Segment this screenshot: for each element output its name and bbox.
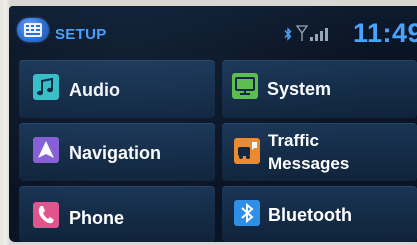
navigation-arrow-icon — [33, 137, 59, 163]
traffic-icon — [234, 138, 260, 164]
traffic-messages-button[interactable]: Traffic Messages — [222, 123, 417, 181]
navigation-label: Navigation — [69, 143, 162, 163]
phone-button[interactable]: Phone — [19, 186, 215, 242]
audio-button[interactable]: Audio — [19, 60, 215, 118]
bluetooth-status-icon — [284, 27, 292, 41]
phone-icon — [33, 202, 59, 228]
navigation-button[interactable]: Navigation — [19, 123, 215, 181]
monitor-icon — [232, 73, 258, 99]
bluetooth-button[interactable]: Bluetooth — [222, 186, 417, 242]
page-title: SETUP — [55, 26, 107, 43]
traffic-label-line1: Traffic — [268, 131, 320, 150]
bluetooth-icon — [234, 200, 260, 226]
phone-label: Phone — [69, 208, 125, 228]
note-icon — [33, 74, 59, 100]
setup-menu-icon[interactable] — [17, 18, 49, 42]
head-unit-screen: SETUP 11:49 Audio System Navigation Traf… — [9, 6, 417, 242]
bluetooth-label: Bluetooth — [268, 205, 352, 225]
traffic-label-line2: Messages — [268, 154, 350, 173]
clock: 11:49 — [353, 18, 417, 48]
audio-label: Audio — [69, 80, 120, 100]
status-bar: SETUP 11:49 — [9, 6, 417, 54]
signal-strength-icon — [296, 25, 328, 41]
system-button[interactable]: System — [222, 60, 417, 118]
system-label: System — [267, 79, 332, 99]
